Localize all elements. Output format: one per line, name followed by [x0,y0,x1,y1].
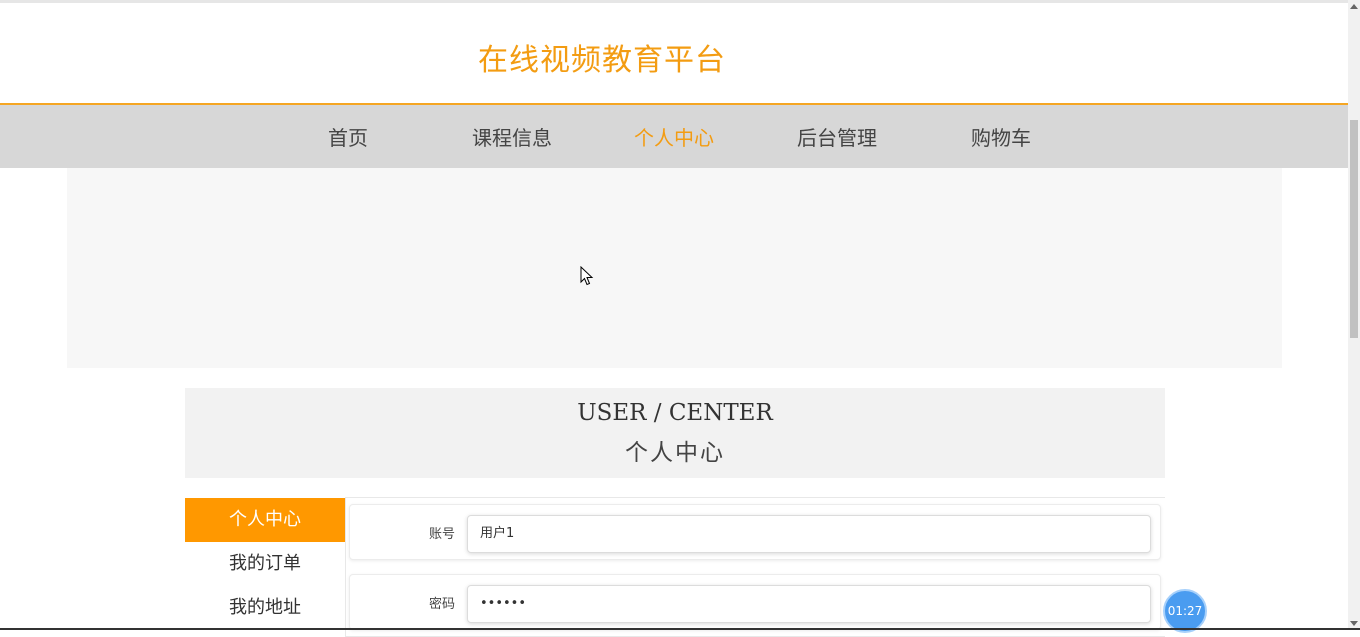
sidebar-item-my-orders[interactable]: 我的订单 [185,542,345,586]
banner-area [67,168,1282,368]
password-row: 密码 •••••• [349,574,1161,630]
site-title[interactable]: 在线视频教育平台 [478,35,726,79]
sidebar-item-my-address[interactable]: 我的地址 [185,586,345,630]
user-sidebar: 个人中心 我的订单 我的地址 [185,498,345,630]
password-input[interactable]: •••••• [467,585,1151,623]
scroll-up-icon[interactable] [1350,4,1358,9]
nav-courses[interactable]: 课程信息 [472,122,552,151]
profile-form: 账号 用户1 密码 •••••• [345,497,1165,637]
site-header: 在线视频教育平台 [0,3,1348,103]
account-row: 账号 用户1 [349,504,1161,560]
section-header: USER / CENTER 个人中心 [185,388,1165,478]
scrollbar-thumb[interactable] [1350,120,1358,338]
main-nav: 首页 课程信息 个人中心 后台管理 购物车 [0,103,1348,168]
nav-user-center[interactable]: 个人中心 [634,122,714,151]
password-label: 密码 [428,597,455,612]
account-label: 账号 [428,527,455,542]
section-title-cn: 个人中心 [625,440,725,466]
timer-badge[interactable]: 01:27 [1163,589,1207,633]
nav-home[interactable]: 首页 [328,122,368,151]
mouse-cursor-icon [580,266,594,286]
account-input[interactable]: 用户1 [467,515,1151,553]
nav-cart[interactable]: 购物车 [971,122,1031,151]
nav-admin[interactable]: 后台管理 [797,122,877,151]
sidebar-item-user-center[interactable]: 个人中心 [185,498,345,542]
page-scrollbar[interactable] [1348,0,1360,630]
section-title-en: USER / CENTER [577,400,773,426]
scroll-down-icon[interactable] [1350,621,1358,626]
